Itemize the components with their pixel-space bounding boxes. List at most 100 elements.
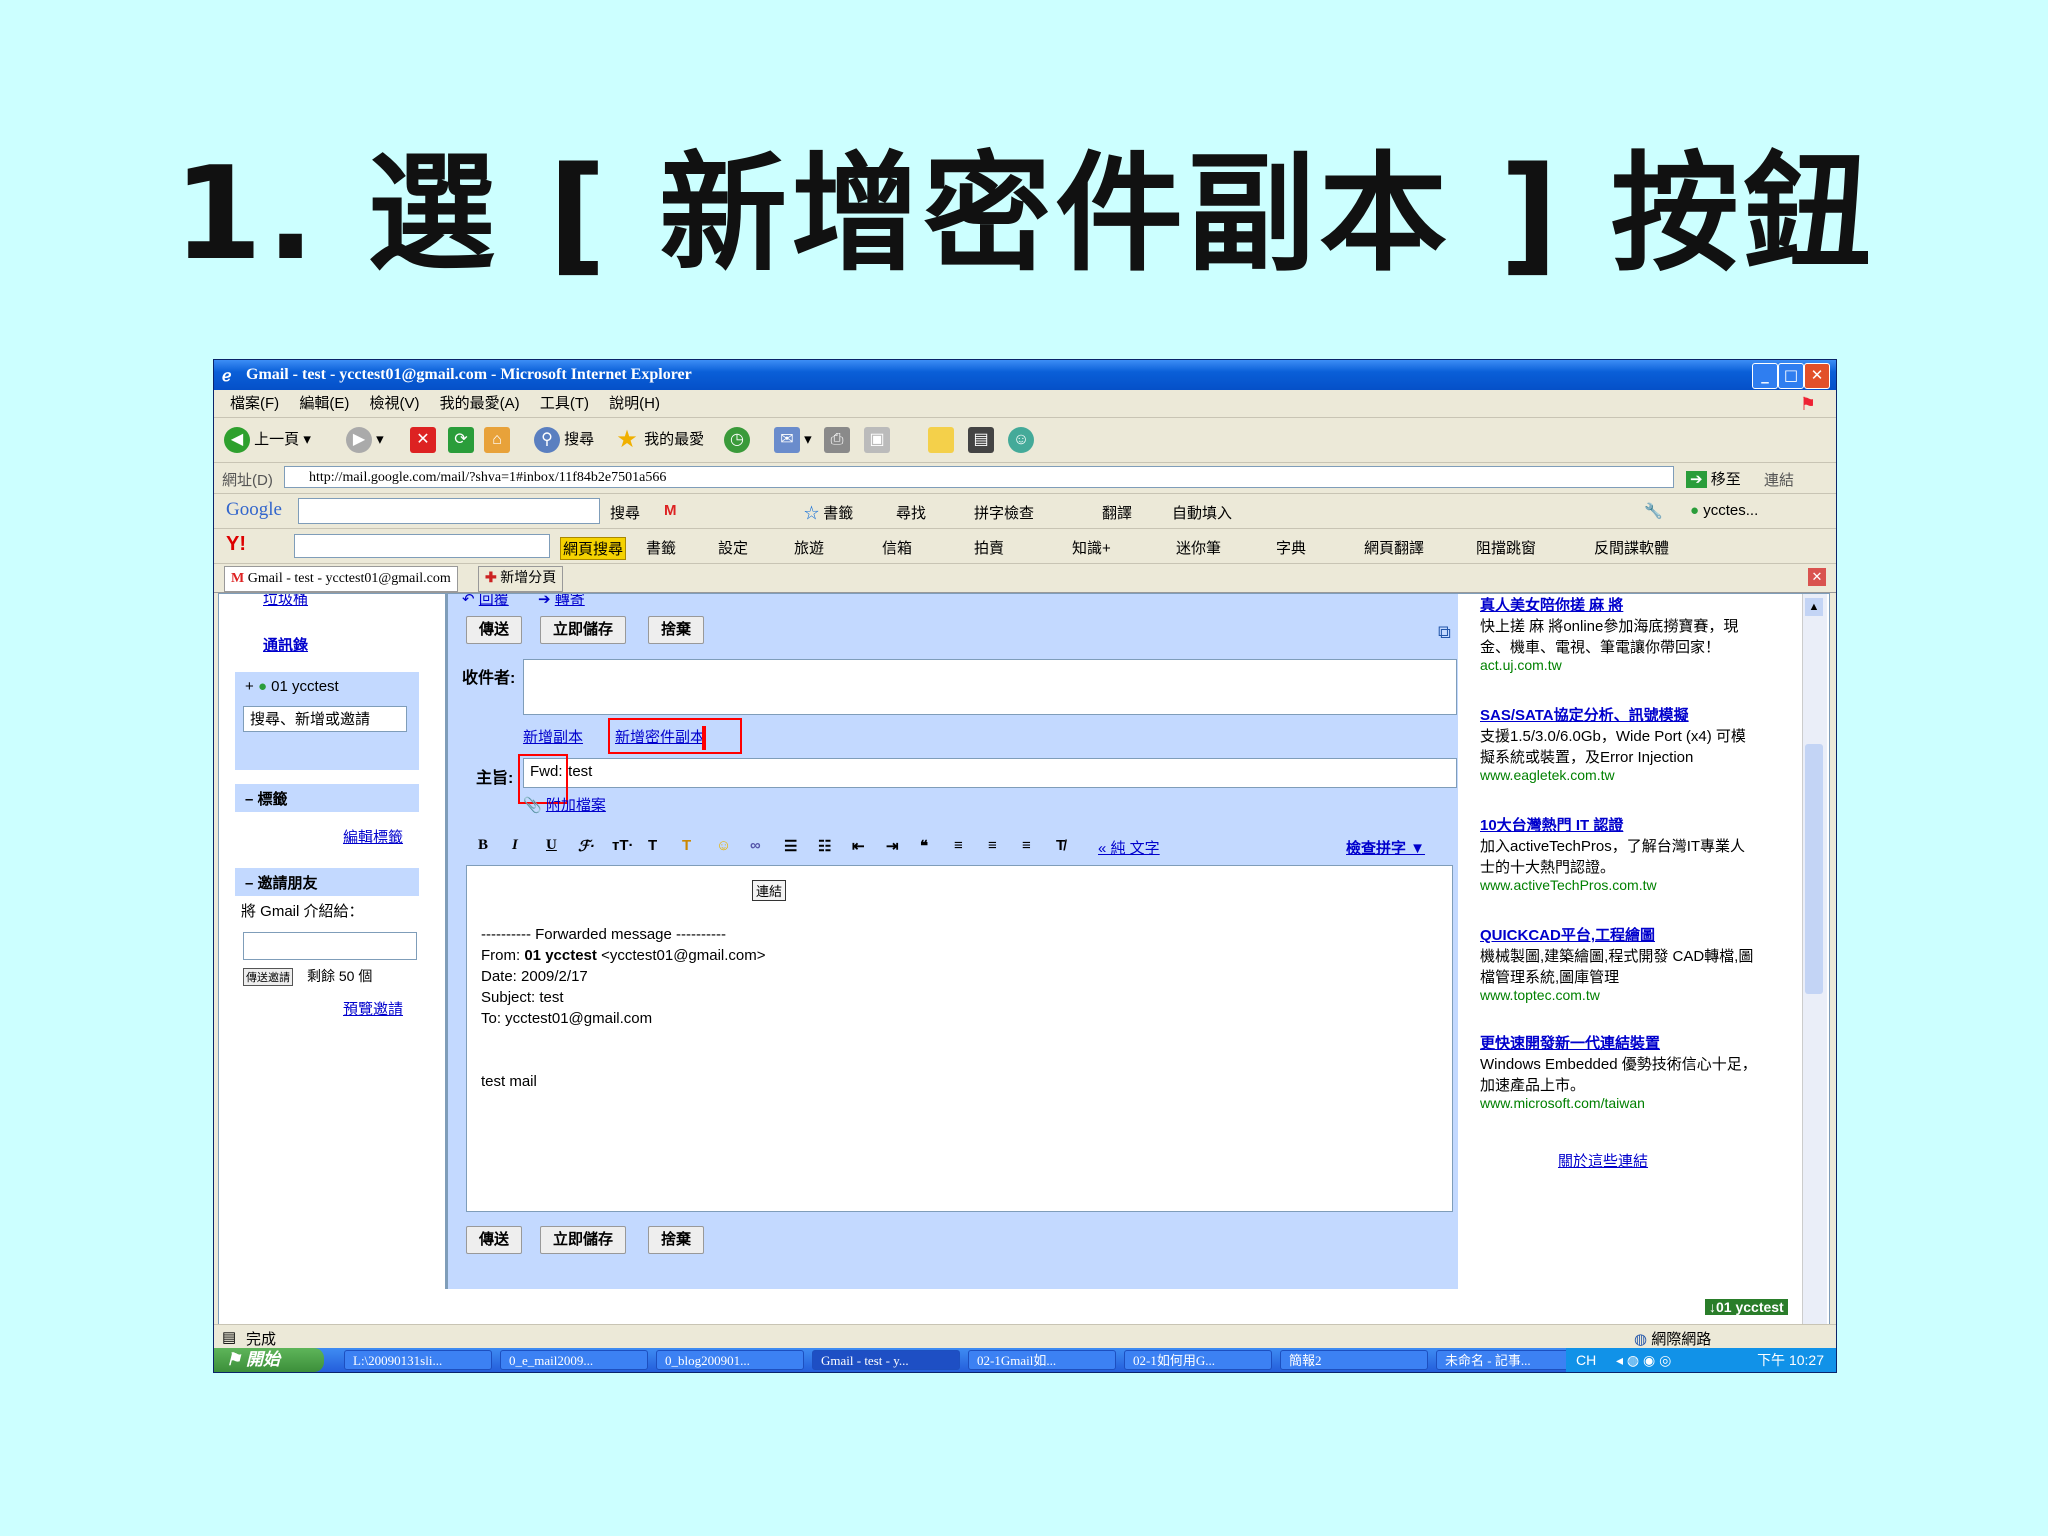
ad-4[interactable]: QUICKCAD平台,工程繪圖 機械製圖,建築繪圖,程式開發 CAD轉檔,圖檔管…	[1480, 924, 1760, 1003]
gmail-icon[interactable]: M	[664, 502, 677, 519]
quote-icon[interactable]: ❝	[920, 837, 928, 855]
maximize-button[interactable]: □	[1778, 363, 1804, 389]
close-tab-icon[interactable]: ✕	[1808, 568, 1826, 586]
link-icon[interactable]: ∞	[750, 837, 761, 854]
send-button-top[interactable]: 傳送	[466, 616, 523, 644]
menu-edit[interactable]: 編輯(E)	[299, 391, 349, 417]
history-button[interactable]: ◷	[724, 426, 750, 454]
home-button[interactable]: ⌂	[484, 426, 510, 454]
align-right-icon[interactable]: ≡	[1022, 837, 1031, 854]
ad-1[interactable]: 真人美女陪你搓 麻 將 快上搓 麻 將online參加海底撈寶賽，現金、機車、電…	[1480, 594, 1760, 673]
yahoo-fans[interactable]: 迷你筆	[1176, 537, 1221, 558]
about-links-link[interactable]: 關於這些連結	[1558, 1150, 1648, 1171]
text-color-icon[interactable]: T	[648, 837, 657, 854]
link-tag[interactable]: 連結	[752, 880, 787, 901]
outdent-icon[interactable]: ⇤	[852, 837, 865, 855]
menu-view[interactable]: 檢視(V)	[370, 391, 420, 417]
mail-button[interactable]: ✉ ▾	[774, 426, 812, 454]
close-button[interactable]: ✕	[1804, 363, 1830, 389]
ad-3[interactable]: 10大台灣熱門 IT 認證 加入activeTechPros，了解台灣IT專業人…	[1480, 814, 1760, 893]
yahoo-antispy[interactable]: 反間諜軟體	[1594, 537, 1669, 558]
discard-button-bottom[interactable]: 捨棄	[648, 1226, 705, 1254]
autofill-button[interactable]: 自動填入	[1172, 502, 1232, 523]
google-search-button[interactable]: 搜尋	[610, 502, 640, 523]
contacts-link[interactable]: 通訊錄	[263, 634, 308, 655]
task-gmail[interactable]: Gmail - test - y...	[812, 1350, 960, 1370]
search-button[interactable]: ⚲ 搜尋	[534, 426, 594, 454]
scroll-up-icon[interactable]: ▲	[1805, 598, 1823, 616]
yahoo-web-search-button[interactable]: 網頁搜尋	[560, 537, 627, 560]
task-gmail-ppt[interactable]: 02-1Gmail如...	[968, 1350, 1116, 1370]
start-button[interactable]: ⚑ 開始	[214, 1348, 324, 1372]
ad-2[interactable]: SAS/SATA協定分析、訊號模擬 支援1.5/3.0/6.0Gb，Wide P…	[1480, 704, 1760, 783]
links-button[interactable]: 連結	[1764, 469, 1794, 490]
task-explorer[interactable]: L:\20090131sli...	[344, 1350, 492, 1370]
task-slides2[interactable]: 簡報2	[1280, 1350, 1428, 1370]
save-now-button-bottom[interactable]: 立即儲存	[540, 1226, 627, 1254]
send-invite-button[interactable]: 傳送邀請	[243, 968, 293, 986]
chat-popup-tab[interactable]: ↓01 ycctest	[1705, 1299, 1788, 1315]
font-size-icon[interactable]: тT·	[612, 837, 634, 854]
task-howto-ppt[interactable]: 02-1如何用G...	[1124, 1350, 1272, 1370]
edit-labels-link[interactable]: 編輯標籤	[343, 826, 403, 847]
to-input[interactable]	[523, 659, 1457, 715]
add-cc-link[interactable]: 新增副本	[523, 726, 583, 747]
attach-link[interactable]: 📎 附加檔案	[523, 794, 606, 815]
google-search-input[interactable]	[298, 498, 600, 524]
invite-email-input[interactable]	[243, 932, 417, 960]
forward-link[interactable]: ➔ 轉寄	[538, 594, 585, 609]
yahoo-search-input[interactable]	[294, 534, 550, 558]
vertical-scrollbar[interactable]: ▲	[1802, 594, 1827, 1324]
subject-input[interactable]: Fwd: test	[523, 758, 1457, 788]
yahoo-mail[interactable]: 信箱	[882, 537, 912, 558]
google-account-button[interactable]: ● ycctes...	[1690, 502, 1758, 519]
menu-help[interactable]: 說明(H)	[609, 391, 660, 417]
underline-icon[interactable]: U	[546, 837, 557, 854]
align-center-icon[interactable]: ≡	[988, 837, 997, 854]
numbered-list-icon[interactable]: ☰	[784, 837, 797, 855]
font-icon[interactable]: ℱ·	[578, 837, 595, 855]
popout-icon[interactable]: ⧉	[1438, 622, 1451, 643]
forward-button[interactable]: ▶ ▾	[346, 426, 384, 454]
trash-link[interactable]: 垃圾桶	[263, 594, 308, 609]
translate-button[interactable]: 翻譯	[1102, 502, 1132, 523]
bold-icon[interactable]: B	[478, 837, 488, 854]
plain-text-link[interactable]: « 純 文字	[1098, 837, 1160, 858]
yahoo-popup-block[interactable]: 阻擋跳窗	[1476, 537, 1536, 558]
yahoo-auction[interactable]: 拍賣	[974, 537, 1004, 558]
yahoo-travel[interactable]: 旅遊	[794, 537, 824, 558]
note-button[interactable]	[928, 426, 954, 454]
spell-check-link[interactable]: 檢查拼字 ▼	[1346, 837, 1425, 858]
yahoo-dictionary[interactable]: 字典	[1276, 537, 1306, 558]
address-input[interactable]: http://mail.google.com/mail/?shva=1#inbo…	[284, 466, 1674, 488]
menu-favorites[interactable]: 我的最愛(A)	[440, 391, 520, 417]
go-button[interactable]: ➔ 移至	[1686, 468, 1741, 489]
ad-5[interactable]: 更快速開發新一代連結裝置 Windows Embedded 優勢技術信心十足，加…	[1480, 1032, 1760, 1111]
italic-icon[interactable]: I	[512, 837, 518, 854]
menu-tools[interactable]: 工具(T)	[540, 391, 589, 417]
tab-gmail[interactable]: M Gmail - test - ycctest01@gmail.com	[224, 566, 458, 592]
google-bookmarks-button[interactable]: ☆ 書籤	[804, 502, 853, 523]
labels-header[interactable]: – 標籤	[245, 788, 288, 809]
yahoo-settings[interactable]: 設定	[718, 537, 748, 558]
minimize-button[interactable]: _	[1752, 363, 1778, 389]
preview-invite-link[interactable]: 預覽邀請	[343, 998, 403, 1019]
wrench-icon[interactable]: 🔧	[1644, 502, 1663, 520]
chat-search-input[interactable]: 搜尋、新增或邀請	[243, 706, 407, 732]
invite-header[interactable]: – 邀請朋友	[245, 872, 318, 893]
chat-user[interactable]: + ● 01 ycctest	[245, 678, 339, 695]
tab-new[interactable]: ✚ 新增分頁	[478, 566, 564, 592]
task-blog-doc[interactable]: 0_blog200901...	[656, 1350, 804, 1370]
emoticon-icon[interactable]: ☺	[716, 837, 731, 854]
refresh-button[interactable]: ⟳	[448, 426, 474, 454]
research-button[interactable]: ▤	[968, 426, 994, 454]
save-now-button-top[interactable]: 立即儲存	[540, 616, 627, 644]
bullet-list-icon[interactable]: ☷	[818, 837, 831, 855]
indent-icon[interactable]: ⇥	[886, 837, 899, 855]
messenger-button[interactable]: ☺	[1008, 426, 1034, 454]
language-indicator[interactable]: CH	[1576, 1348, 1596, 1372]
task-notepad[interactable]: 未命名 - 記事...	[1436, 1350, 1584, 1370]
yahoo-bookmarks[interactable]: 書籤	[646, 537, 676, 558]
task-mail-doc[interactable]: 0_e_mail2009...	[500, 1350, 648, 1370]
reply-link[interactable]: ↶ 回覆	[462, 594, 509, 609]
